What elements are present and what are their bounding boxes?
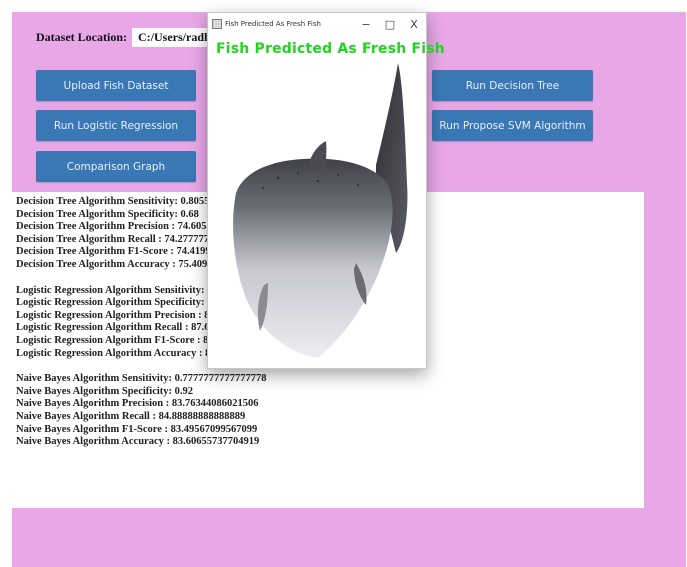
run-logistic-regression-button[interactable]: Run Logistic Regression <box>36 110 196 141</box>
comparison-graph-button[interactable]: Comparison Graph <box>36 151 196 182</box>
prediction-caption: Fish Predicted As Fresh Fish <box>216 41 445 57</box>
prediction-popup-window: Fish Predicted As Fresh Fish − □ X Fish … <box>207 12 445 369</box>
dataset-location-label: Dataset Location: <box>36 30 127 44</box>
result-line: Naive Bayes Algorithm Accuracy : 83.6065… <box>16 436 260 448</box>
run-decision-tree-button[interactable]: Run Decision Tree <box>432 70 593 101</box>
result-line: Naive Bayes Algorithm Specificity: 0.92 <box>16 385 194 397</box>
result-line: Naive Bayes Algorithm Sensitivity: 0.777… <box>16 373 267 385</box>
result-line: Naive Bayes Algorithm Recall : 84.888888… <box>16 410 246 422</box>
result-line: Naive Bayes Algorithm F1-Score : 83.4956… <box>16 423 258 435</box>
run-svm-algorithm-button[interactable]: Run Propose SVM Algorithm <box>432 110 593 141</box>
result-line: Naive Bayes Algorithm Precision : 83.763… <box>16 398 259 410</box>
fish-picture <box>233 63 408 358</box>
upload-fish-dataset-button[interactable]: Upload Fish Dataset <box>36 70 196 101</box>
